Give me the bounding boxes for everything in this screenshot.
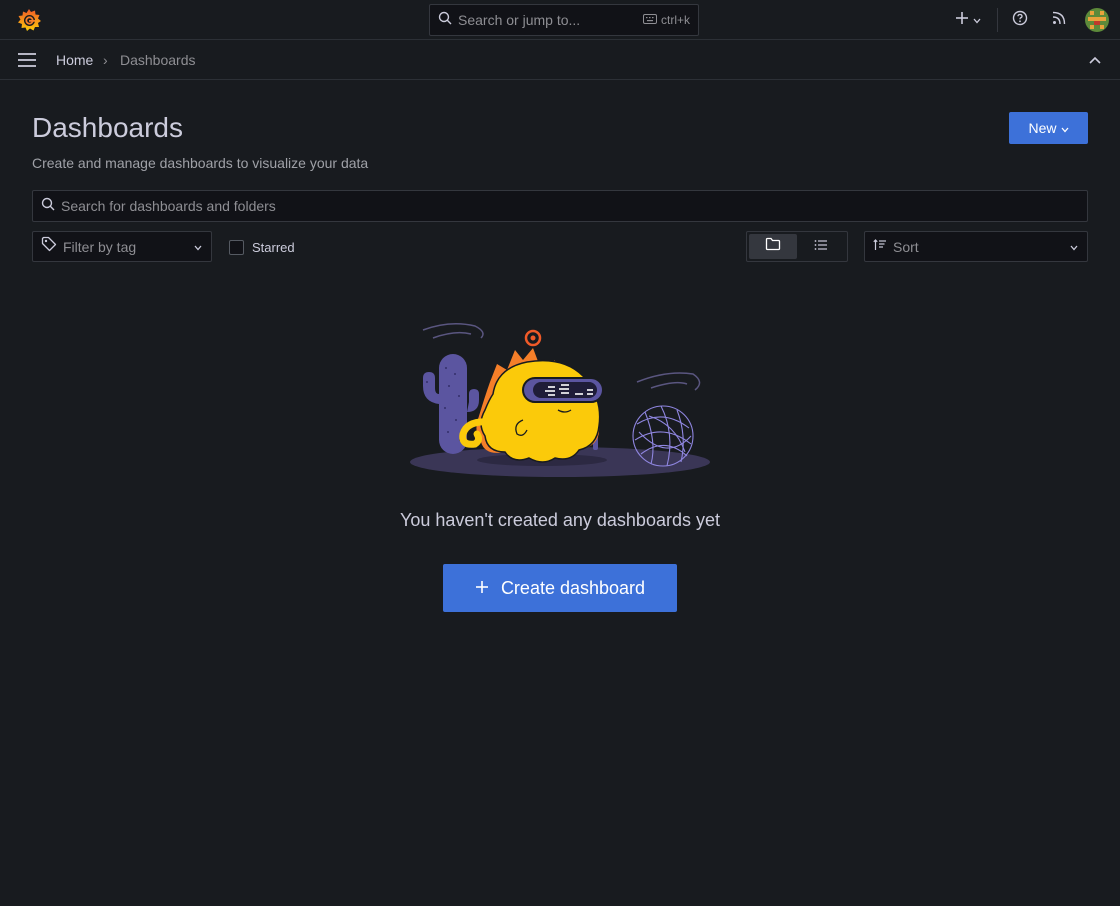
rss-icon [1052,11,1066,30]
chevron-down-icon [973,11,981,29]
plus-icon [955,11,969,30]
menu-toggle-button[interactable] [16,50,40,70]
tag-filter-placeholder: Filter by tag [63,238,137,255]
folder-view-button[interactable] [749,234,797,259]
empty-state-message: You haven't created any dashboards yet [399,510,720,530]
search-or-jump-placeholder: Search or jump to... [458,12,581,28]
user-avatar[interactable] [1085,8,1109,32]
search-icon [41,197,55,216]
starred-filter[interactable]: Starred [229,240,295,255]
starred-checkbox[interactable] [229,240,244,255]
view-toggle [746,231,848,262]
tag-icon [41,236,57,257]
chevron-down-icon [1069,238,1079,256]
menu-icon [16,53,38,74]
shortcut-text: ctrl+k [660,13,690,27]
sort-select[interactable]: Sort [864,231,1088,262]
breadcrumb-home-link[interactable]: Home [56,52,93,68]
new-button-label: New [1028,120,1057,136]
topbar-divider [997,8,998,32]
list-view-button[interactable] [797,234,845,259]
chevron-down-icon [193,238,203,256]
add-new-button[interactable] [950,8,986,32]
breadcrumb-bar: Home › Dashboards [0,40,1120,80]
tag-filter-select[interactable]: Filter by tag [32,231,212,262]
top-bar: Search or jump to... ctrl+k [0,0,1120,40]
shortcut-hint: ctrl+k [642,13,690,27]
sort-icon [873,238,887,256]
grafana-logo-icon[interactable] [16,7,42,33]
chevron-up-icon [1086,56,1104,74]
search-or-jump-input[interactable]: Search or jump to... ctrl+k [429,4,699,36]
dashboard-search-placeholder: Search for dashboards and folders [61,198,276,214]
news-button[interactable] [1047,8,1071,32]
collapse-topbar-button[interactable] [1086,52,1104,70]
dashboard-search-input[interactable]: Search for dashboards and folders [32,190,1088,222]
help-button[interactable] [1008,8,1032,32]
plus-icon [475,578,489,599]
create-dashboard-label: Create dashboard [500,577,646,598]
list-icon [814,238,828,256]
keyboard-icon [642,13,657,27]
page-subtitle: Create and manage dashboards to visualiz… [32,155,369,171]
new-dashboard-button[interactable]: New [1009,112,1088,144]
sort-placeholder: Sort [893,238,919,255]
breadcrumb-separator: › [103,52,108,68]
breadcrumb-current: Dashboards [120,52,196,68]
folder-icon [765,237,781,256]
search-icon [438,11,452,30]
chevron-down-icon [1061,120,1069,136]
create-dashboard-button[interactable]: Create dashboard [443,564,677,612]
starred-label: Starred [252,240,295,255]
help-icon [1012,10,1028,31]
empty-state-illustration [405,312,715,482]
page-title: Dashboards [32,112,183,143]
